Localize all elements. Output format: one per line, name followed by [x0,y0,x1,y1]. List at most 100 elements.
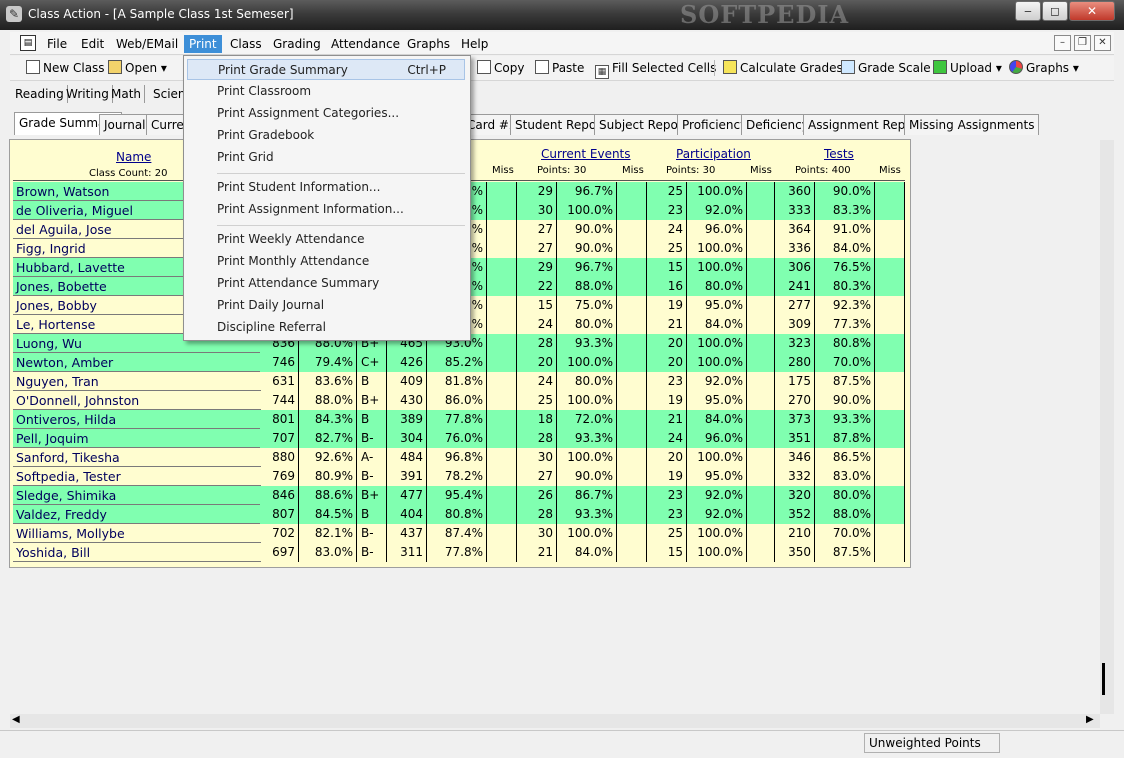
grade-cell[interactable]: 306 [775,258,815,277]
grade-cell[interactable]: 100.0% [557,391,617,410]
participation-header[interactable]: Participation [676,147,751,161]
table-row[interactable]: Softpedia, Tester 769 80.9% B- 391 78.2% 27 90.… [10,467,910,486]
grade-cell[interactable]: 801 [260,410,299,429]
grade-cell[interactable]: 280 [775,353,815,372]
grade-cell[interactable]: 30 [517,448,557,467]
grade-cell[interactable]: 93.3% [557,334,617,353]
grade-cell[interactable]: 86.0% [427,391,487,410]
miss-cell[interactable] [875,315,905,334]
close-button[interactable]: ✕ [1069,1,1115,21]
grade-cell[interactable]: 100.0% [687,448,747,467]
mdi-restore-icon[interactable]: ❐ [1074,35,1091,51]
miss-cell[interactable] [747,353,775,372]
grade-cell[interactable]: B+ [357,391,387,410]
grade-cell[interactable]: 95.0% [687,467,747,486]
grade-cell[interactable]: 72.0% [557,410,617,429]
grade-cell[interactable]: 26 [517,486,557,505]
grade-cell[interactable]: 100.0% [687,239,747,258]
grade-cell[interactable]: 83.3% [815,201,875,220]
grade-cell[interactable]: 88.0% [299,391,357,410]
grade-cell[interactable]: 16 [647,277,687,296]
miss-cell[interactable] [617,296,647,315]
grade-cell[interactable]: 76.5% [815,258,875,277]
open-button[interactable]: Open ▾ [108,59,167,77]
grade-cell[interactable]: 28 [517,334,557,353]
minimize-button[interactable]: ‒ [1015,1,1041,21]
student-name[interactable]: Softpedia, Tester [13,467,261,486]
student-name[interactable]: Sledge, Shimika [13,486,261,505]
miss-cell[interactable] [487,315,517,334]
miss-cell[interactable] [875,543,905,562]
grade-cell[interactable]: 19 [647,391,687,410]
print-daily-journal-item[interactable]: Print Daily Journal [187,295,465,316]
grade-cell[interactable]: 93.3% [557,505,617,524]
miss-cell[interactable] [747,543,775,562]
miss-cell[interactable] [617,429,647,448]
miss-cell[interactable] [875,429,905,448]
miss-cell[interactable] [617,239,647,258]
miss-cell[interactable] [617,258,647,277]
grade-cell[interactable]: 85.2% [427,353,487,372]
miss-cell[interactable] [487,258,517,277]
student-name[interactable]: Pell, Joquim [13,429,261,448]
tab-journal[interactable]: Journal [99,114,151,135]
miss-cell[interactable] [747,239,775,258]
student-name[interactable]: Yoshida, Bill [13,543,261,562]
grade-cell[interactable]: 351 [775,429,815,448]
tab-math[interactable]: Math [108,85,146,103]
grade-cell[interactable]: 24 [647,220,687,239]
scroll-thumb[interactable] [1102,663,1105,695]
grade-cell[interactable]: 84.0% [557,543,617,562]
grade-cell[interactable]: 309 [775,315,815,334]
miss-cell[interactable] [875,467,905,486]
grade-cell[interactable]: 90.0% [557,467,617,486]
grade-cell[interactable]: 769 [260,467,299,486]
table-row[interactable]: Pell, Joquim 707 82.7% B- 304 76.0% 28 93.3% 24 9… [10,429,910,448]
grade-cell[interactable]: 20 [647,334,687,353]
grade-cell[interactable]: 364 [775,220,815,239]
miss-cell[interactable] [487,467,517,486]
grade-cell[interactable]: 96.7% [557,258,617,277]
grade-cell[interactable]: 83.6% [299,372,357,391]
menu-graphs[interactable]: Graphs [402,35,455,53]
miss-cell[interactable] [875,372,905,391]
grade-cell[interactable]: 79.4% [299,353,357,372]
miss-cell[interactable] [747,296,775,315]
print-grid-item[interactable]: Print Grid [187,147,465,168]
discipline-referral-item[interactable]: Discipline Referral [187,317,465,338]
grade-cell[interactable]: 373 [775,410,815,429]
grade-cell[interactable]: 96.0% [687,220,747,239]
grade-cell[interactable]: 100.0% [687,334,747,353]
grade-cell[interactable]: 744 [260,391,299,410]
miss-cell[interactable] [487,391,517,410]
grade-cell[interactable]: 95.0% [687,296,747,315]
table-row[interactable]: Newton, Amber 746 79.4% C+ 426 85.2% 20 100.0% 2… [10,353,910,372]
grade-cell[interactable]: 100.0% [687,543,747,562]
miss-cell[interactable] [617,220,647,239]
miss-cell[interactable] [487,239,517,258]
mdi-close-icon[interactable]: ✕ [1094,35,1111,51]
menu-edit[interactable]: Edit [76,35,109,53]
miss-cell[interactable] [617,201,647,220]
grade-cell[interactable]: 28 [517,505,557,524]
grade-cell[interactable]: 352 [775,505,815,524]
graphs-button[interactable]: Graphs ▾ [1009,59,1079,77]
grade-cell[interactable]: 391 [387,467,427,486]
grade-cell[interactable]: 100.0% [687,258,747,277]
grade-cell[interactable]: 100.0% [557,201,617,220]
grade-cell[interactable]: 15 [647,543,687,562]
grade-cell[interactable]: 96.7% [557,182,617,201]
grade-cell[interactable]: 84.0% [815,239,875,258]
grade-cell[interactable]: 80.0% [557,315,617,334]
grade-cell[interactable]: 88.0% [557,277,617,296]
grade-cell[interactable]: 175 [775,372,815,391]
miss-cell[interactable] [747,467,775,486]
grade-cell[interactable]: 19 [647,467,687,486]
grade-cell[interactable]: 86.7% [557,486,617,505]
grade-cell[interactable]: 70.0% [815,353,875,372]
grade-cell[interactable]: 23 [647,486,687,505]
grade-cell[interactable]: 15 [647,258,687,277]
grade-cell[interactable]: 91.0% [815,220,875,239]
grade-cell[interactable]: 21 [647,315,687,334]
grade-cell[interactable]: 23 [647,372,687,391]
